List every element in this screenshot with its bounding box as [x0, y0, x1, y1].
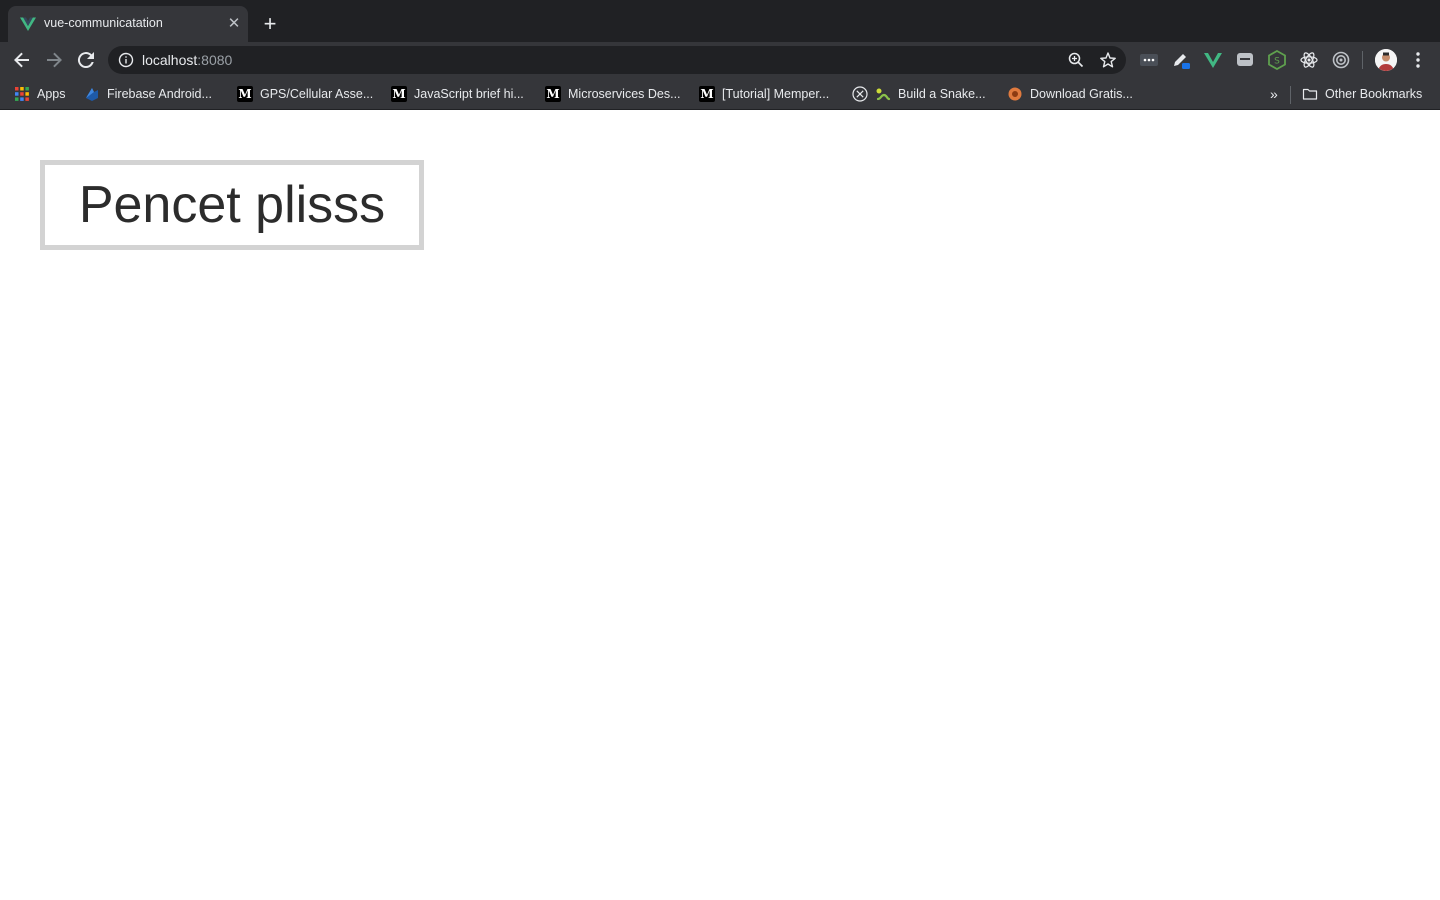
bookmark-tutorial[interactable]: M [Tutorial] Memper...	[699, 84, 829, 104]
zoom-icon[interactable]	[1067, 51, 1085, 69]
address-bar[interactable]: localhost:8080	[108, 46, 1126, 74]
bookmark-label: Build a Snake...	[898, 87, 986, 101]
medium-icon: M	[545, 86, 561, 102]
react-devtools-extension-icon[interactable]	[1299, 50, 1319, 70]
bookmarks-bar: Apps Firebase Android... M GPS/Cellular …	[0, 78, 1440, 110]
bookmarks-overflow-icon[interactable]: »	[1270, 86, 1278, 102]
toolbar-separator	[1362, 51, 1363, 69]
bookmark-label: [Tutorial] Memper...	[722, 87, 830, 101]
more-menu-icon[interactable]	[1408, 49, 1428, 71]
svg-text:S: S	[1274, 57, 1280, 67]
vue-logo-icon	[20, 17, 36, 31]
url-text: localhost:8080	[142, 52, 232, 68]
bookmark-build-snake[interactable]: Build a Snake...	[852, 84, 986, 104]
target-extension-icon[interactable]	[1331, 50, 1351, 70]
back-arrow-icon[interactable]	[10, 48, 34, 72]
password-manager-extension-icon[interactable]	[1139, 50, 1159, 70]
bookmark-label: Download Gratis...	[1030, 87, 1133, 101]
bookmark-microservices[interactable]: M Microservices Des...	[545, 84, 681, 104]
bookmark-apps[interactable]: Apps	[14, 84, 66, 104]
bookmark-gps-cellular[interactable]: M GPS/Cellular Asse...	[237, 84, 373, 104]
close-circle-icon	[852, 86, 868, 102]
vue-devtools-extension-icon[interactable]	[1203, 50, 1223, 70]
pencet-button[interactable]: Pencet plisss	[40, 160, 424, 250]
forward-arrow-icon[interactable]	[42, 48, 66, 72]
url-port: :8080	[197, 52, 233, 68]
bookmark-label: Apps	[37, 87, 66, 101]
url-host: localhost	[142, 52, 198, 68]
site-info-icon[interactable]	[118, 52, 134, 68]
firebase-icon	[86, 88, 98, 101]
pen-extension-icon[interactable]	[1171, 50, 1191, 70]
reload-icon[interactable]	[74, 48, 98, 72]
bookmark-firebase[interactable]: Firebase Android...	[84, 84, 212, 104]
other-bookmarks-label: Other Bookmarks	[1325, 87, 1423, 101]
chat-extension-icon[interactable]	[1235, 50, 1255, 70]
bookmark-label: Firebase Android...	[107, 87, 212, 101]
tab-strip: vue-communicatation ✕ +	[0, 0, 1440, 42]
nodejs-extension-icon[interactable]: S	[1267, 50, 1287, 70]
medium-icon: M	[699, 86, 715, 102]
tab-title: vue-communicatation	[44, 16, 163, 30]
medium-icon: M	[237, 86, 253, 102]
bookmarks-separator	[1290, 86, 1291, 104]
snake-icon	[876, 88, 891, 101]
browser-toolbar: localhost:8080 S	[0, 42, 1440, 78]
medium-icon: M	[391, 86, 407, 102]
bookmark-label: JavaScript brief hi...	[414, 87, 524, 101]
apps-grid-icon	[15, 87, 29, 101]
bookmark-star-icon[interactable]	[1099, 51, 1117, 69]
folder-icon	[1302, 88, 1318, 100]
bookmark-label: GPS/Cellular Asse...	[260, 87, 374, 101]
profile-picture-icon	[1375, 49, 1397, 71]
tab-close-icon[interactable]: ✕	[224, 14, 244, 34]
profile-avatar[interactable]	[1375, 49, 1397, 71]
browser-tab[interactable]: vue-communicatation ✕	[8, 6, 248, 42]
bookmark-javascript-brief[interactable]: M JavaScript brief hi...	[391, 84, 524, 104]
bookmark-download-gratis[interactable]: Download Gratis...	[1007, 84, 1133, 104]
other-bookmarks[interactable]: Other Bookmarks	[1302, 84, 1422, 104]
download-site-icon	[1008, 87, 1022, 101]
bookmark-label: Microservices Des...	[568, 87, 681, 101]
new-tab-button[interactable]: +	[258, 13, 282, 37]
page-content: Pencet plisss	[0, 111, 1440, 900]
